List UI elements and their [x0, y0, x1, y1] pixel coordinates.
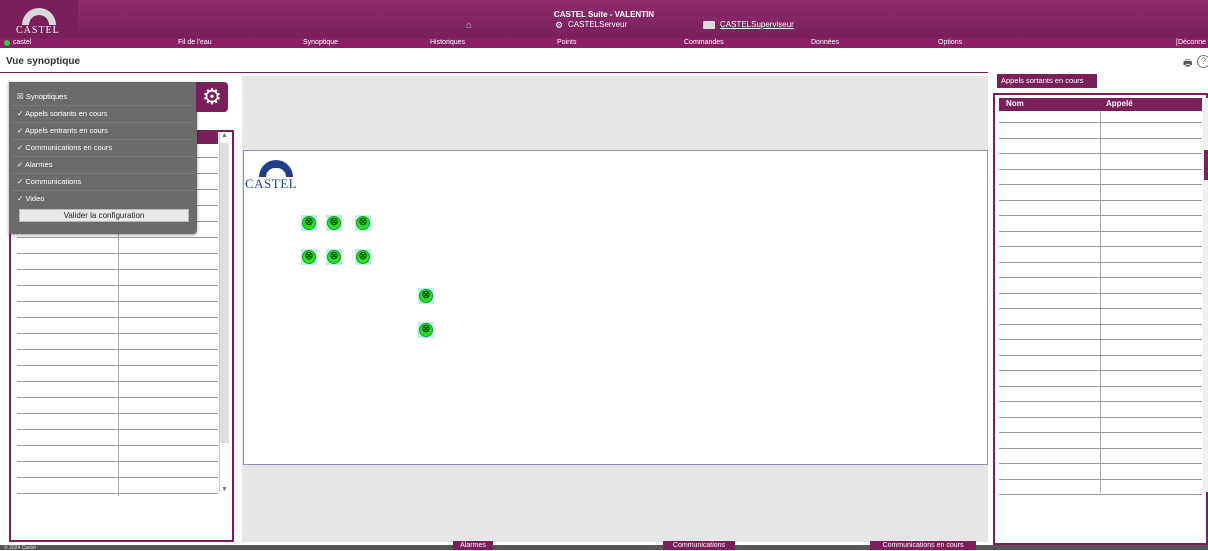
- footer-tab-alarmes[interactable]: Alarmes: [453, 541, 493, 550]
- menu-item-options[interactable]: Options: [938, 39, 962, 46]
- synoptic-canvas: [243, 150, 988, 465]
- supervisor-link[interactable]: CASTELSuperviseur: [720, 20, 794, 29]
- app-title: CASTEL Suite - VALENTIN: [553, 10, 655, 19]
- column-header-name[interactable]: Nom: [1006, 99, 1024, 108]
- point-marker-icon[interactable]: ⊗: [419, 323, 433, 337]
- scrollbar-thumb[interactable]: [1204, 150, 1208, 180]
- point-marker-icon[interactable]: ⊗: [356, 250, 370, 264]
- check-icon: ✓: [17, 126, 24, 135]
- point-marker-icon[interactable]: ⊗: [327, 216, 341, 230]
- page-title: Vue synoptique: [6, 56, 81, 67]
- column-header-called[interactable]: Appelé: [1106, 99, 1133, 108]
- config-item-communications-en-cours[interactable]: ✓ Communications en cours: [17, 143, 112, 152]
- config-item-communications[interactable]: ✓ Communications: [17, 177, 81, 186]
- menu-item-historiques[interactable]: Historiques: [430, 39, 465, 46]
- divider: [11, 156, 194, 157]
- canvas-logo-text: CASTEL: [245, 176, 298, 191]
- supervisor-icon: [703, 21, 715, 29]
- home-icon[interactable]: ⌂: [466, 20, 478, 31]
- column-divider: [1100, 111, 1101, 493]
- divider: [11, 122, 194, 123]
- menu-user[interactable]: castel: [13, 39, 31, 46]
- scroll-down-icon[interactable]: ▼: [221, 486, 228, 493]
- settings-gear-icon[interactable]: ⚙: [196, 82, 228, 112]
- validate-config-button[interactable]: Valider la configuration: [19, 209, 189, 222]
- check-icon: ✓: [17, 109, 24, 118]
- footer-tab-communications[interactable]: Communications: [663, 541, 735, 550]
- check-icon: ✓: [17, 194, 24, 203]
- header-bar: [0, 0, 1208, 38]
- right-panel-header: [999, 98, 1202, 111]
- print-icon[interactable]: 🖶: [1183, 56, 1194, 69]
- checkbox-icon[interactable]: ☒: [17, 92, 24, 101]
- point-marker-icon[interactable]: ⊗: [302, 250, 316, 264]
- divider: [11, 105, 194, 106]
- point-marker-icon[interactable]: ⊗: [419, 289, 433, 303]
- server-icon: ⚙: [555, 20, 564, 30]
- config-item-synoptiques[interactable]: ☒ Synoptiques: [17, 92, 67, 101]
- footer-bar: [0, 545, 1208, 550]
- config-item-appels-sortants[interactable]: ✓ Appels sortants en cours: [17, 109, 108, 118]
- right-panel-tab[interactable]: Appels sortants en cours: [997, 74, 1097, 88]
- logout-link[interactable]: [Déconne: [1176, 39, 1206, 46]
- menu-item-donnees[interactable]: Données: [811, 39, 839, 46]
- menu-item-synoptique[interactable]: Synoptique: [303, 39, 338, 46]
- server-label: CASTELServeur: [568, 20, 628, 29]
- point-marker-icon[interactable]: ⊗: [327, 250, 341, 264]
- title-divider: [0, 72, 988, 73]
- divider: [11, 173, 194, 174]
- scrollbar-thumb[interactable]: [220, 143, 229, 443]
- config-item-video[interactable]: ✓ Video: [17, 194, 44, 203]
- config-item-appels-entrants[interactable]: ✓ Appels entrants en cours: [17, 126, 108, 135]
- point-marker-icon[interactable]: ⊗: [356, 216, 370, 230]
- check-icon: ✓: [17, 177, 24, 186]
- logo-text: CASTEL: [16, 25, 60, 36]
- menu-item-fil-de-leau[interactable]: Fil de l'eau: [178, 39, 212, 46]
- help-icon[interactable]: ?: [1197, 55, 1208, 68]
- point-marker-icon[interactable]: ⊗: [302, 216, 316, 230]
- menu-item-commandes[interactable]: Commandes: [684, 39, 724, 46]
- scroll-up-icon[interactable]: ▲: [221, 132, 228, 139]
- config-item-alarmes[interactable]: ✓ Alarmes: [17, 160, 52, 169]
- check-icon: ✓: [17, 160, 24, 169]
- user-status-icon: [4, 40, 10, 46]
- divider: [11, 139, 194, 140]
- check-icon: ✓: [17, 143, 24, 152]
- menu-item-points[interactable]: Points: [557, 39, 576, 46]
- divider: [11, 190, 194, 191]
- footer-tab-communications-en-cours[interactable]: Communications en cours: [870, 541, 976, 550]
- copyright-text: © 2024 Castel: [4, 545, 36, 551]
